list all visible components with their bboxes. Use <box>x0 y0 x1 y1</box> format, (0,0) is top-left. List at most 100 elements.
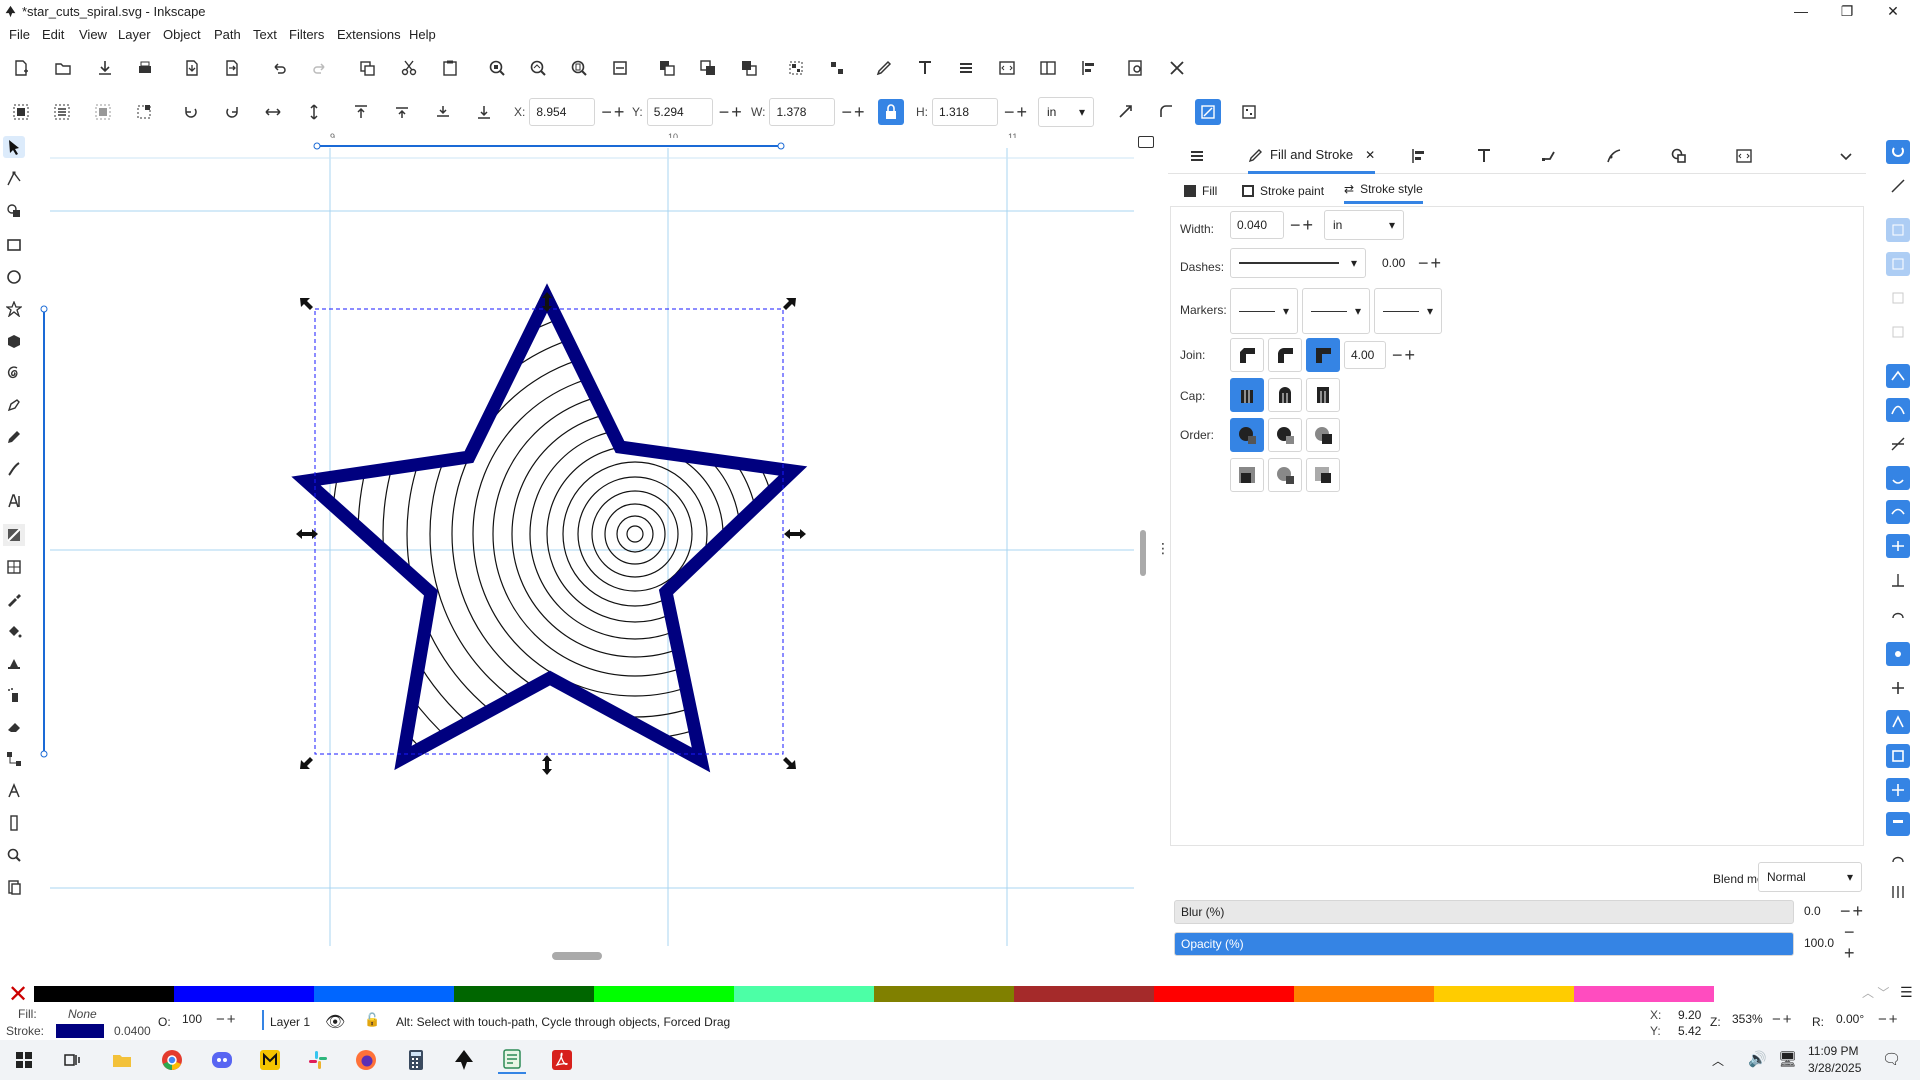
palette-swatch[interactable] <box>734 986 874 1002</box>
3d-box-tool-icon[interactable] <box>3 330 25 352</box>
y-input[interactable]: 5.294 <box>646 98 713 126</box>
display-mode-icon[interactable] <box>1138 136 1154 148</box>
lpe-tool-icon[interactable] <box>3 780 25 802</box>
start-marker-select[interactable]: ▾ <box>1230 288 1298 334</box>
snap-rotation-centers-icon[interactable] <box>1886 676 1910 700</box>
blur-input[interactable]: 0.0 <box>1798 897 1834 925</box>
select-all-layers-icon[interactable] <box>49 99 75 125</box>
move-patterns-icon[interactable] <box>1236 99 1262 125</box>
dash-pattern-select[interactable]: ▾ <box>1230 248 1366 278</box>
opacity-stepper[interactable]: −+ <box>1844 922 1866 964</box>
clone-icon[interactable] <box>695 55 721 81</box>
flip-horizontal-icon[interactable] <box>260 99 286 125</box>
h-stepper[interactable]: −+ <box>1004 102 1029 123</box>
paste-button[interactable] <box>437 55 463 81</box>
pages-tool-icon[interactable] <box>3 876 25 898</box>
ungroup-icon[interactable] <box>824 55 850 81</box>
snap-bbox-corner-icon[interactable] <box>1886 252 1910 276</box>
dropper-tool-icon[interactable] <box>3 588 25 610</box>
chrome-icon[interactable] <box>158 1046 186 1074</box>
open-file-button[interactable] <box>50 55 76 81</box>
blur-slider[interactable]: Blur (%) <box>1174 900 1794 924</box>
snap-bbox-center-icon[interactable] <box>1886 320 1910 344</box>
lock-ratio-icon[interactable] <box>878 99 904 125</box>
zoom-tool-icon[interactable] <box>3 844 25 866</box>
snap-smooth-nodes-icon[interactable] <box>1886 500 1910 524</box>
stroke-width-stepper[interactable]: −+ <box>1290 215 1315 236</box>
zoom-page-width-icon[interactable] <box>607 55 633 81</box>
opacity-status-stepper[interactable]: −+ <box>216 1011 238 1028</box>
menu-view[interactable]: View <box>79 27 107 42</box>
duplicate-icon[interactable] <box>654 55 680 81</box>
scale-stroke-icon[interactable] <box>1113 99 1139 125</box>
square-cap-button[interactable] <box>1306 378 1340 412</box>
stroke-width-input[interactable]: 0.040 <box>1230 211 1284 239</box>
flip-vertical-icon[interactable] <box>301 99 327 125</box>
discord-icon[interactable] <box>208 1046 236 1074</box>
stroke-width-field[interactable]: 0.040 −+ <box>1230 210 1315 240</box>
acrobat-icon[interactable] <box>548 1046 576 1074</box>
miter-limit-stepper[interactable]: −+ <box>1392 345 1417 366</box>
y-stepper[interactable]: −+ <box>719 102 744 123</box>
clock-date[interactable]: 3/28/2025 <box>1808 1061 1861 1075</box>
calligraphy-tool-icon[interactable] <box>3 458 25 480</box>
tweak-tool-icon[interactable] <box>3 652 25 674</box>
tab-stroke-paint[interactable]: Stroke paint <box>1242 178 1324 204</box>
chevron-down-icon[interactable] <box>1833 143 1859 169</box>
rotation-input[interactable]: 0.00° <box>1830 1007 1872 1031</box>
opacity-slider[interactable]: Opacity (%) <box>1174 932 1794 956</box>
xml-tab-icon[interactable] <box>1731 143 1757 169</box>
star-shape[interactable] <box>291 283 808 773</box>
blur-stepper[interactable]: −+ <box>1840 901 1865 922</box>
notepad-icon[interactable] <box>498 1046 526 1074</box>
lower-to-bottom-icon[interactable] <box>471 99 497 125</box>
zoom-stepper[interactable]: −+ <box>1772 1011 1794 1028</box>
palette-swatch[interactable] <box>1294 986 1434 1002</box>
palette-swatch[interactable] <box>174 986 314 1002</box>
spiral-shape[interactable] <box>305 204 965 864</box>
snap-object-centers-icon[interactable] <box>1886 642 1910 666</box>
snap-bbox-edge-icon[interactable] <box>1886 218 1910 242</box>
snap-intersections-icon[interactable] <box>1886 432 1910 456</box>
close-window-button[interactable]: ✕ <box>1870 0 1916 22</box>
opacity-field[interactable]: 100.0 −+ <box>1798 922 1866 963</box>
scale-corners-icon[interactable] <box>1154 99 1180 125</box>
palette-swatch[interactable] <box>1714 986 1854 1002</box>
layers-objects-icon[interactable] <box>953 55 979 81</box>
round-cap-button[interactable] <box>1268 378 1302 412</box>
snap-bbox-icon[interactable] <box>1886 174 1910 198</box>
redo-button[interactable] <box>307 55 333 81</box>
palette-menu-icon[interactable]: ☰ <box>1900 984 1913 1001</box>
miter-join-button[interactable] <box>1306 338 1340 372</box>
y-coordinate-field[interactable]: Y: 5.294 −+ <box>632 97 744 127</box>
mail-app-icon[interactable] <box>256 1046 284 1074</box>
palette-swatch[interactable] <box>874 986 1014 1002</box>
layers-tab-icon[interactable] <box>1184 143 1210 169</box>
calculator-icon[interactable] <box>402 1046 430 1074</box>
miter-limit-input[interactable]: 4.00 <box>1344 341 1386 369</box>
mesh-tool-icon[interactable] <box>3 556 25 578</box>
paint-bucket-tool-icon[interactable] <box>3 620 25 642</box>
file-explorer-icon[interactable] <box>108 1046 136 1074</box>
x-coordinate-field[interactable]: X: 8.954 −+ <box>514 97 626 127</box>
snap-grids-icon[interactable] <box>1886 778 1910 802</box>
pencil-tool-icon[interactable] <box>3 426 25 448</box>
export-button[interactable] <box>219 55 245 81</box>
save-button[interactable] <box>92 55 118 81</box>
fill-value[interactable]: None <box>68 1007 97 1021</box>
menu-filters[interactable]: Filters <box>289 27 324 42</box>
unlink-clone-icon[interactable] <box>736 55 762 81</box>
preferences-icon[interactable] <box>1164 55 1190 81</box>
rotation-field[interactable]: 0.00° −+ <box>1830 1007 1900 1031</box>
rotate-cw-icon[interactable] <box>219 99 245 125</box>
raise-icon[interactable] <box>389 99 415 125</box>
volume-icon[interactable]: 🔊 <box>1748 1050 1767 1068</box>
round-join-button[interactable] <box>1268 338 1302 372</box>
menu-path[interactable]: Path <box>214 27 241 42</box>
zoom-selection-icon[interactable] <box>484 55 510 81</box>
palette-scroll-icon[interactable]: ︿ ﹀ <box>1862 984 1889 1001</box>
snap-alignment-icon[interactable] <box>1886 880 1910 904</box>
minimize-button[interactable]: — <box>1778 0 1824 22</box>
current-layer[interactable]: Layer 1 <box>270 1015 310 1029</box>
palette-swatch[interactable] <box>454 986 594 1002</box>
